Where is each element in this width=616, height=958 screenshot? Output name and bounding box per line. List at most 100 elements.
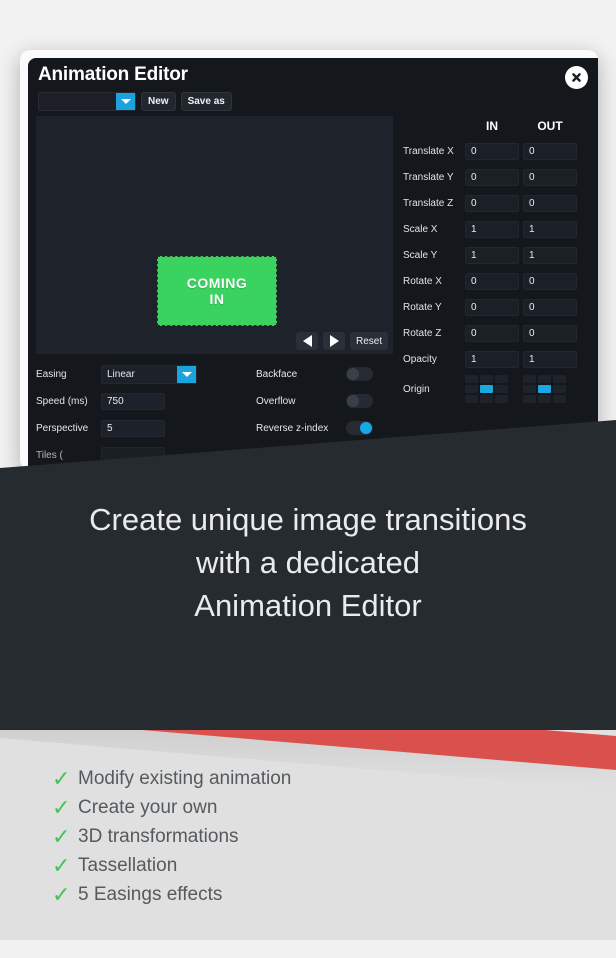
field-in[interactable]: 1 [465, 246, 519, 264]
origin-row: Origin [403, 374, 593, 404]
table-row: Rotate Y 0 0 [403, 296, 593, 318]
origin-cell[interactable] [465, 385, 478, 393]
backface-label: Backface [256, 368, 298, 380]
list-item-label: Modify existing animation [78, 767, 292, 789]
new-button[interactable]: New [141, 92, 176, 111]
check-icon: ✓ [52, 852, 71, 878]
table-row: Rotate X 0 0 [403, 270, 593, 292]
list-item-label: 5 Easings effects [78, 883, 223, 905]
origin-cell-selected[interactable] [480, 385, 493, 393]
overflow-row: Overflow [256, 390, 391, 412]
backface-toggle[interactable] [346, 367, 373, 381]
field-out[interactable]: 1 [523, 350, 577, 368]
origin-cell[interactable] [523, 385, 536, 393]
save-as-button[interactable]: Save as [180, 92, 232, 111]
list-item: ✓ Modify existing animation [52, 764, 291, 793]
field-out[interactable]: 1 [523, 246, 577, 264]
list-item: ✓ 5 Easings effects [52, 880, 291, 909]
play-prev-icon[interactable] [296, 332, 318, 350]
field-in[interactable]: 1 [465, 220, 519, 238]
origin-cell-selected[interactable] [538, 385, 551, 393]
origin-cell[interactable] [495, 385, 508, 393]
origin-grid-out[interactable] [523, 375, 573, 403]
play-icon[interactable] [323, 332, 345, 350]
field-out[interactable]: 0 [523, 272, 577, 290]
preview-stage[interactable]: COMING IN [36, 116, 393, 354]
row-label: Translate Z [403, 197, 454, 209]
row-label: Scale Y [403, 249, 438, 261]
origin-cell[interactable] [480, 395, 493, 403]
field-in[interactable]: 0 [465, 324, 519, 342]
tiles-label: Tiles ( [36, 449, 63, 461]
easing-select-value: Linear [107, 368, 135, 380]
field-out[interactable]: 0 [523, 194, 577, 212]
row-label: Translate X [403, 145, 454, 157]
feature-list: ✓ Modify existing animation ✓ Create you… [52, 764, 291, 909]
headline-line-1: Create unique image transitions [89, 502, 527, 537]
field-out[interactable]: 0 [523, 142, 577, 160]
backface-row: Backface [256, 363, 391, 385]
origin-cell[interactable] [480, 375, 493, 383]
row-label: Translate Y [403, 171, 454, 183]
row-label: Rotate X [403, 275, 442, 287]
table-row: Scale Y 1 1 [403, 244, 593, 266]
origin-cell[interactable] [523, 395, 536, 403]
speed-input[interactable]: 750 [101, 392, 165, 410]
speed-label: Speed (ms) [36, 395, 88, 407]
perspective-input[interactable]: 5 [101, 419, 165, 437]
list-item: ✓ Create your own [52, 793, 291, 822]
easing-select[interactable]: Linear [101, 364, 197, 384]
check-icon: ✓ [52, 881, 71, 907]
overflow-toggle[interactable] [346, 394, 373, 408]
easing-label: Easing [36, 368, 67, 380]
field-in[interactable]: 0 [465, 272, 519, 290]
field-in[interactable]: 0 [465, 194, 519, 212]
list-item: ✓ Tassellation [52, 851, 291, 880]
list-item-label: Create your own [78, 796, 218, 818]
field-out[interactable]: 1 [523, 220, 577, 238]
animation-toggles: Backface Overflow Reverse z-index [256, 363, 391, 444]
field-in[interactable]: 0 [465, 298, 519, 316]
reset-button[interactable]: Reset [350, 332, 389, 350]
origin-cell[interactable] [553, 395, 566, 403]
editor-toolbar: New Save as [38, 92, 232, 111]
origin-cell[interactable] [538, 375, 551, 383]
field-in[interactable]: 0 [465, 142, 519, 160]
column-header-in: IN [486, 119, 498, 133]
table-row: Opacity 1 1 [403, 348, 593, 370]
table-row: Rotate Z 0 0 [403, 322, 593, 344]
check-icon: ✓ [52, 794, 71, 820]
reverse-z-row: Reverse z-index [256, 417, 391, 439]
chevron-down-icon[interactable] [177, 365, 196, 383]
origin-cell[interactable] [495, 395, 508, 403]
table-row: Translate Y 0 0 [403, 166, 593, 188]
origin-cell[interactable] [523, 375, 536, 383]
origin-cell[interactable] [538, 395, 551, 403]
field-out[interactable]: 0 [523, 324, 577, 342]
animation-select[interactable] [38, 92, 136, 111]
page-bottom-strip [0, 940, 616, 958]
list-item: ✓ 3D transformations [52, 822, 291, 851]
reverse-z-toggle[interactable] [346, 421, 373, 435]
speed-row: Speed (ms) 750 [36, 390, 266, 412]
origin-cell[interactable] [495, 375, 508, 383]
check-icon: ✓ [52, 823, 71, 849]
perspective-row: Perspective 5 [36, 417, 266, 439]
origin-cell[interactable] [553, 375, 566, 383]
origin-cell[interactable] [465, 395, 478, 403]
origin-cell[interactable] [553, 385, 566, 393]
row-label: Opacity [403, 353, 437, 365]
field-in[interactable]: 0 [465, 168, 519, 186]
origin-cell[interactable] [465, 375, 478, 383]
playback-controls: Reset [296, 332, 389, 350]
preview-text-line2: IN [209, 291, 225, 307]
row-label: Rotate Z [403, 327, 442, 339]
origin-grid-in[interactable] [465, 375, 515, 403]
list-item-label: Tassellation [78, 854, 178, 876]
close-icon[interactable] [565, 66, 588, 89]
transform-panel-header: IN OUT [403, 116, 593, 136]
chevron-down-icon[interactable] [116, 93, 135, 110]
field-out[interactable]: 0 [523, 298, 577, 316]
field-out[interactable]: 0 [523, 168, 577, 186]
field-in[interactable]: 1 [465, 350, 519, 368]
